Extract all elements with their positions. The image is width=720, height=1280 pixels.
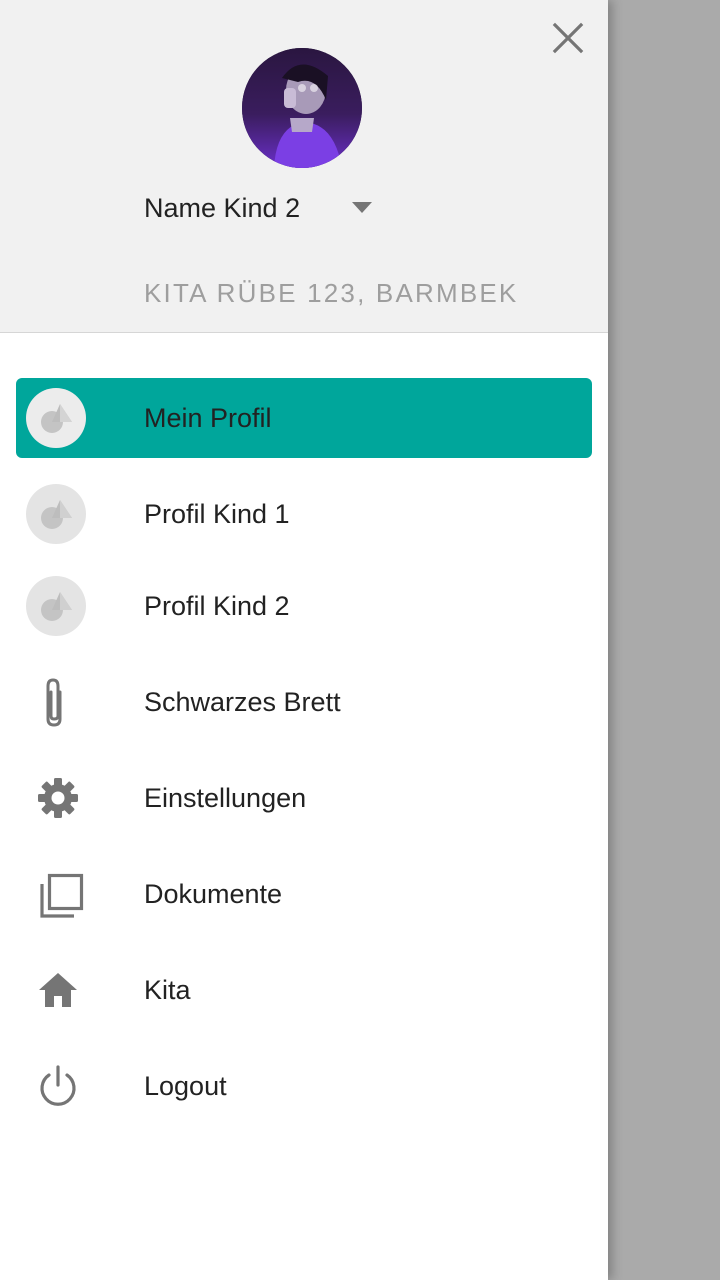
avatar-placeholder-icon <box>26 388 86 448</box>
menu-item-label: Einstellungen <box>144 783 307 813</box>
close-button[interactable] <box>548 18 588 58</box>
menu-item-label: Dokumente <box>144 879 283 909</box>
drawer-header: Name Kind 2 KITA RÜBE 123, BARMBEK <box>0 0 608 333</box>
menu-item-kita[interactable]: Kita <box>16 950 592 1030</box>
menu-item-label: Profil Kind 1 <box>144 499 290 529</box>
menu-item-label: Logout <box>144 1071 227 1101</box>
menu-item-label: Mein Profil <box>144 403 272 433</box>
menu-item-profil-kind-2[interactable]: Profil Kind 2 <box>16 566 592 646</box>
avatar-placeholder-icon <box>26 484 86 544</box>
documents-icon <box>26 864 86 924</box>
child-switch-dropdown[interactable] <box>350 200 374 216</box>
selected-child-name[interactable]: Name Kind 2 <box>144 190 300 226</box>
menu-item-einstellungen[interactable]: Einstellungen <box>16 758 592 838</box>
menu-item-label: Schwarzes Brett <box>144 687 341 717</box>
close-icon <box>552 22 584 54</box>
navigation-drawer: Name Kind 2 KITA RÜBE 123, BARMBEK Mein … <box>0 0 608 1280</box>
kita-subtitle: KITA RÜBE 123, BARMBEK <box>144 278 519 308</box>
chevron-down-icon <box>352 202 372 213</box>
power-icon <box>26 1056 86 1116</box>
menu-item-schwarzes-brett[interactable]: Schwarzes Brett <box>16 662 592 742</box>
child-avatar[interactable] <box>242 48 362 168</box>
avatar-placeholder-icon <box>26 576 86 636</box>
menu-item-label: Kita <box>144 975 191 1005</box>
gear-icon <box>26 768 86 828</box>
menu-item-dokumente[interactable]: Dokumente <box>16 854 592 934</box>
home-icon <box>26 960 86 1020</box>
menu-item-mein-profil[interactable]: Mein Profil <box>16 378 592 458</box>
paperclip-icon <box>26 672 86 732</box>
menu-item-label: Profil Kind 2 <box>144 591 290 621</box>
menu-item-logout[interactable]: Logout <box>16 1046 592 1126</box>
menu-item-profil-kind-1[interactable]: Profil Kind 1 <box>16 474 592 554</box>
